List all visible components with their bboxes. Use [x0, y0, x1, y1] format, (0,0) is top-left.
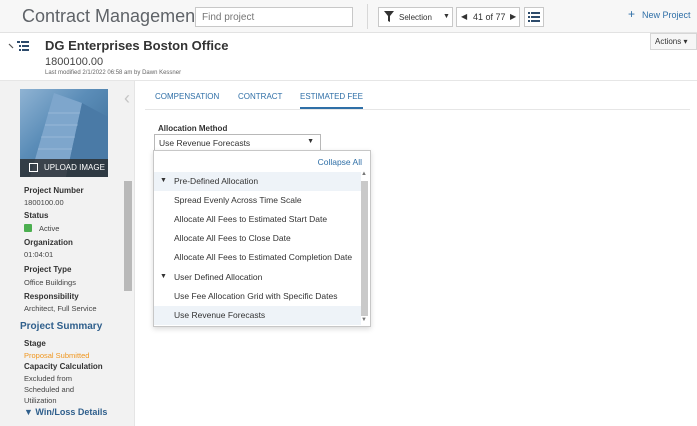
option-revenue-forecasts[interactable]: Use Revenue Forecasts	[154, 306, 361, 325]
project-header: DG Enterprises Boston Office 1800100.00 …	[0, 33, 697, 81]
group-label: User Defined Allocation	[174, 272, 263, 282]
allocation-selected-value: Use Revenue Forecasts	[159, 138, 251, 148]
plus-icon: +	[628, 7, 636, 21]
triangle-down-icon: ▼	[160, 177, 167, 184]
image-icon	[29, 163, 38, 172]
app-title: Contract Management	[22, 6, 201, 26]
sidebar-scrollbar[interactable]	[124, 181, 132, 291]
collapse-sidebar-icon[interactable]: ‹	[124, 88, 130, 109]
list-icon	[528, 12, 540, 22]
option-close-date[interactable]: Allocate All Fees to Close Date	[154, 229, 361, 248]
chevron-down-icon: ▼	[443, 13, 450, 20]
navigation-tree-icon[interactable]	[8, 38, 30, 58]
project-number-label: Project Number	[24, 186, 84, 195]
project-sidebar: UPLOAD IMAGE Project Number 1800100.00 S…	[0, 81, 135, 426]
filter-icon	[384, 11, 394, 22]
triangle-down-icon: ▼	[24, 407, 36, 417]
selection-label: Selection	[399, 13, 432, 22]
upload-image-label: UPLOAD IMAGE	[44, 163, 105, 172]
stage-value: Proposal Submitted	[24, 351, 90, 360]
project-number: 1800100.00	[45, 56, 104, 68]
capacity-value-line2: Scheduled and	[24, 385, 75, 394]
responsibility-label: Responsibility	[24, 292, 79, 301]
project-type-label: Project Type	[24, 265, 72, 274]
scroll-down-icon[interactable]: ▼	[361, 317, 367, 323]
next-record-button[interactable]: ▶	[510, 12, 516, 21]
project-title: DG Enterprises Boston Office	[45, 38, 229, 53]
status-value: Active	[39, 224, 60, 233]
actions-button[interactable]: Actions ▾	[650, 33, 697, 50]
new-project-label: New Project	[642, 10, 691, 20]
capacity-label: Capacity Calculation	[24, 362, 103, 371]
chevron-down-icon: ▼	[307, 138, 314, 145]
previous-record-button[interactable]: ◀	[461, 12, 467, 21]
tab-bar: COMPENSATION CONTRACT ESTIMATED FEE	[145, 86, 690, 110]
option-fee-allocation-grid[interactable]: Use Fee Allocation Grid with Specific Da…	[154, 287, 361, 306]
allocation-method-label: Allocation Method	[158, 124, 228, 133]
group-pre-defined[interactable]: ▼ Pre-Defined Allocation	[154, 172, 361, 191]
tab-estimated-fee[interactable]: ESTIMATED FEE	[300, 92, 363, 109]
allocation-method-select[interactable]: Use Revenue Forecasts ▼	[154, 134, 321, 151]
winloss-details-toggle[interactable]: ▼ Win/Loss Details	[24, 407, 107, 417]
selection-dropdown[interactable]: Selection ▼	[378, 7, 453, 27]
status-label: Status	[24, 211, 49, 220]
capacity-value-line1: Excluded from	[24, 374, 72, 383]
list-view-button[interactable]	[524, 7, 544, 27]
status-active-icon	[24, 224, 32, 232]
tab-compensation[interactable]: COMPENSATION	[155, 92, 219, 101]
find-project-input[interactable]	[195, 7, 353, 27]
capacity-value-line3: Utilization	[24, 396, 57, 405]
scrollbar-thumb[interactable]	[361, 181, 368, 316]
tab-contract[interactable]: CONTRACT	[238, 92, 282, 101]
option-estimated-completion[interactable]: Allocate All Fees to Estimated Completio…	[154, 248, 361, 267]
project-photo: UPLOAD IMAGE	[20, 89, 108, 177]
stage-label: Stage	[24, 339, 46, 348]
group-label: Pre-Defined Allocation	[174, 176, 259, 186]
option-spread-evenly[interactable]: Spread Evenly Across Time Scale	[154, 191, 361, 210]
triangle-down-icon: ▼	[160, 273, 167, 280]
record-pager: ◀ 41 of 77 ▶	[456, 7, 520, 27]
option-estimated-start[interactable]: Allocate All Fees to Estimated Start Dat…	[154, 210, 361, 229]
allocation-dropdown-list: Collapse All ▼ Pre-Defined Allocation Sp…	[153, 150, 371, 327]
upload-image-button[interactable]: UPLOAD IMAGE	[20, 159, 108, 177]
group-user-defined[interactable]: ▼ User Defined Allocation	[154, 268, 361, 287]
collapse-all-link[interactable]: Collapse All	[318, 157, 362, 167]
project-number-value: 1800100.00	[24, 198, 64, 207]
responsibility-value: Architect, Full Service	[24, 304, 97, 313]
project-type-value: Office Buildings	[24, 278, 76, 287]
organization-value: 01:04:01	[24, 250, 54, 259]
winloss-label: Win/Loss Details	[35, 407, 108, 417]
dropdown-scrollbar[interactable]: ▲ ▼	[360, 171, 369, 326]
organization-label: Organization	[24, 238, 73, 247]
scroll-up-icon[interactable]: ▲	[361, 171, 367, 177]
last-modified: Last modified 2/1/2022 06:58 am by Dawn …	[45, 70, 182, 76]
project-summary-heading[interactable]: Project Summary	[20, 321, 102, 332]
toolbar-divider	[367, 4, 368, 29]
pager-count: 41 of 77	[473, 12, 506, 22]
top-bar: Contract Management Selection ▼ ◀ 41 of …	[0, 0, 697, 33]
